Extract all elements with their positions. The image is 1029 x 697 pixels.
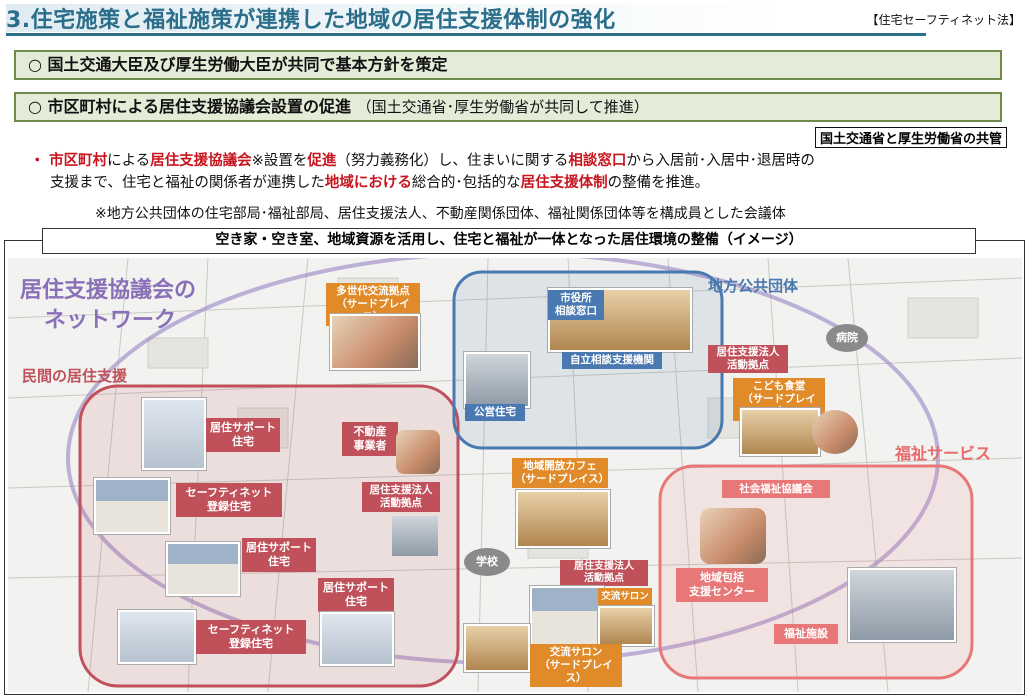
- corp-base-3-photo: [530, 586, 604, 648]
- safety-net-2-label: セーフティネット 登録住宅: [196, 620, 306, 654]
- community-cafe-photo: [516, 490, 610, 548]
- kids-cafeteria-photo: [740, 408, 820, 456]
- policy-2-sub: （国土交通省･厚生労働省が共同して推進）: [356, 98, 649, 116]
- support-house-2-photo: [166, 542, 240, 596]
- network-title-line2: ネットワーク: [44, 308, 177, 333]
- community-support-center-label: 地域包括 支援センター: [676, 568, 768, 602]
- private-support-label: 民間の居住支援: [22, 367, 128, 385]
- title-underline: [6, 33, 926, 36]
- welfare-facility-label: 福祉施設: [774, 624, 838, 644]
- exchange-salon-label: 交流サロン （サードプレイス）: [530, 644, 622, 687]
- public-housing-photo: [464, 352, 530, 408]
- multi-generation-photo: [330, 314, 420, 370]
- support-house-1-label: 居住サポート 住宅: [206, 418, 280, 452]
- policy-box-2: ○ 市区町村による居住支援協議会設置の促進 （国土交通省･厚生労働省が共同して推…: [14, 92, 1002, 122]
- social-welfare-label: 社会福祉協議会: [722, 480, 830, 498]
- corp-base-2-illustration: [392, 516, 438, 556]
- body-paragraph: ・ 市区町村による居住支援協議会※設置を促進（努力義務化）し、住まいに関する相談…: [30, 153, 815, 191]
- policy-2-main: ○ 市区町村による居住支援協議会設置の促進: [28, 97, 352, 116]
- page-title: 3.住宅施策と福祉施策が連携した地域の居住支援体制の強化: [6, 8, 616, 33]
- city-hall-label: 市役所 相談窓口: [548, 290, 604, 320]
- safety-net-2-photo: [118, 610, 196, 664]
- joint-jurisdiction-tag: 国土交通省と厚生労働省の共管: [814, 127, 1007, 148]
- law-tag: 【住宅セーフティネット法】: [866, 13, 1021, 27]
- community-cafe-label: 地域開放カフェ （サードプレイス）: [512, 458, 609, 488]
- hospital-marker: 病院: [826, 324, 868, 352]
- real-estate-label: 不動産 事業者: [342, 422, 398, 456]
- school-marker: 学校: [464, 548, 510, 576]
- policy-1-text: ○ 国土交通大臣及び厚生労働大臣が共同で基本方針を策定: [28, 55, 448, 74]
- local-government-label: 地方公共団体: [708, 277, 799, 295]
- corp-base-2-label: 居住支援法人 活動拠点: [362, 482, 440, 512]
- welfare-services-label: 福祉サービス: [895, 444, 992, 463]
- safety-net-1-label: セーフティネット 登録住宅: [176, 483, 282, 517]
- support-house-3-photo: [320, 612, 394, 666]
- exchange-salon-small-photo: [598, 606, 654, 646]
- image-heading: 空き家・空き室、地域資源を活用し、住宅と福祉が一体となった居住環境の整備（イメー…: [42, 228, 976, 254]
- public-housing-label: 公営住宅: [465, 404, 525, 421]
- support-house-1-photo: [142, 398, 206, 470]
- corp-base-3-label: 居住支援法人 活動拠点: [560, 560, 648, 586]
- support-house-2-label: 居住サポート 住宅: [242, 538, 316, 572]
- self-reliance-label: 自立相談支援機関: [562, 352, 662, 369]
- children-illustration: [812, 410, 858, 454]
- footnote: ※地方公共団体の住宅部局･福祉部局、居住支援法人、不動産関係団体、福祉関係団体等…: [95, 206, 786, 222]
- support-house-3-label: 居住サポート 住宅: [318, 578, 394, 612]
- consultation-illustration: [700, 508, 766, 564]
- corp-base-1-label: 居住支援法人 活動拠点: [708, 345, 788, 373]
- policy-box-1: ○ 国土交通大臣及び厚生労働大臣が共同で基本方針を策定: [14, 50, 1002, 80]
- salon-interior-photo: [464, 624, 530, 672]
- safety-net-1-photo: [94, 478, 170, 534]
- exchange-salon-small-label: 交流サロン: [598, 588, 652, 605]
- real-estate-illustration: [396, 430, 440, 474]
- welfare-facility-photo: [848, 568, 956, 642]
- network-title-line1: 居住支援協議会の: [20, 278, 197, 303]
